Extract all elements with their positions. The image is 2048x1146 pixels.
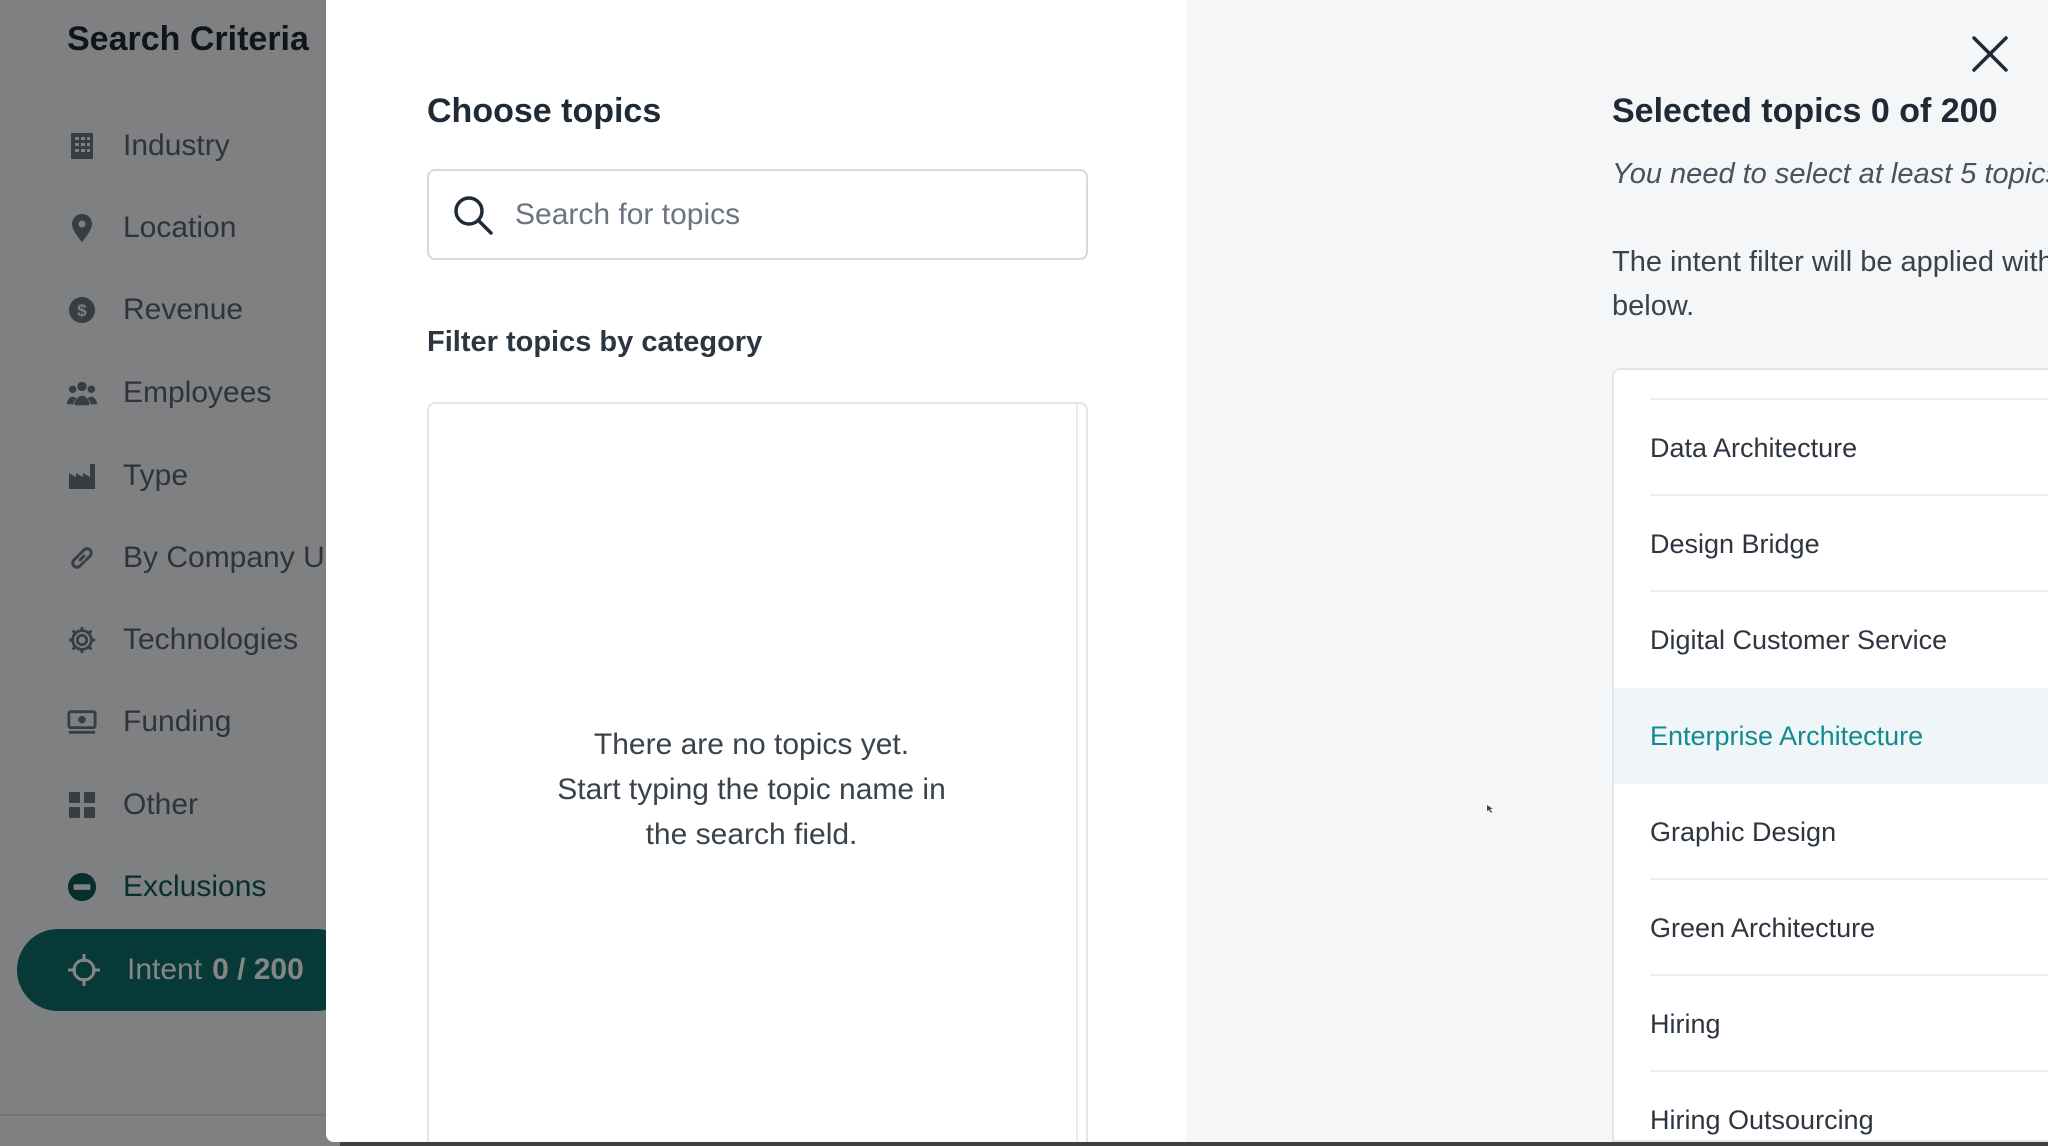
empty-topics-message: There are no topics yet. Start typing th… [429,722,1074,857]
selected-topic-list[interactable]: Data Architecture Design Bridge Digital … [1612,368,2048,1142]
topic-search-box[interactable] [427,169,1088,260]
topic-row[interactable]: Data Architecture [1614,400,2048,496]
topic-label: Hiring Outsourcing [1650,1104,1874,1135]
intent-filter-description: The intent filter will be applied with t… [1612,246,2048,322]
category-scrollbar[interactable] [1076,404,1078,1142]
topic-row[interactable]: Hiring Outsourcing [1614,1072,2048,1140]
topic-row[interactable]: Digital Customer Service [1614,592,2048,688]
topic-row[interactable]: Graphic Design [1614,784,2048,880]
close-icon [1970,34,2010,79]
category-list[interactable]: There are no topics yet. Start typing th… [427,402,1088,1142]
topics-modal: Choose topics Filter topics by category … [326,0,2048,1142]
choose-topics-pane: Choose topics Filter topics by category … [326,0,1186,1142]
topic-label: Data Architecture [1650,432,1858,463]
selected-topics-title: Selected topics 0 of 200 [1612,92,1998,130]
topic-label: Digital Customer Service [1650,624,1948,655]
topic-label: Enterprise Architecture [1650,720,1924,751]
topic-row[interactable] [1614,370,2048,400]
empty-message-line: the search field. [645,818,858,851]
selected-topics-pane: Selected topics 0 of 200 You need to sel… [1186,0,2048,1142]
topic-label: Green Architecture [1650,912,1876,943]
topic-row[interactable]: Hiring [1614,976,2048,1072]
topic-label: Graphic Design [1650,816,1837,847]
search-icon [451,193,495,237]
close-button[interactable] [1966,32,2014,80]
mouse-cursor [1484,802,1496,818]
topic-row[interactable]: Enterprise Architecture [1614,688,2048,784]
filter-by-category-title: Filter topics by category [427,326,763,358]
selection-hint: You need to select at least 5 topics to … [1612,158,2048,190]
choose-topics-title: Choose topics [427,92,662,130]
topic-search-input[interactable] [515,197,1055,232]
topic-label: Design Bridge [1650,528,1820,559]
empty-message-line: There are no topics yet. [593,728,910,761]
topic-row[interactable]: Design Bridge [1614,496,2048,592]
topic-label: Hiring [1650,1008,1721,1039]
empty-message-line: Start typing the topic name in [557,773,946,806]
topic-row[interactable]: Green Architecture [1614,880,2048,976]
